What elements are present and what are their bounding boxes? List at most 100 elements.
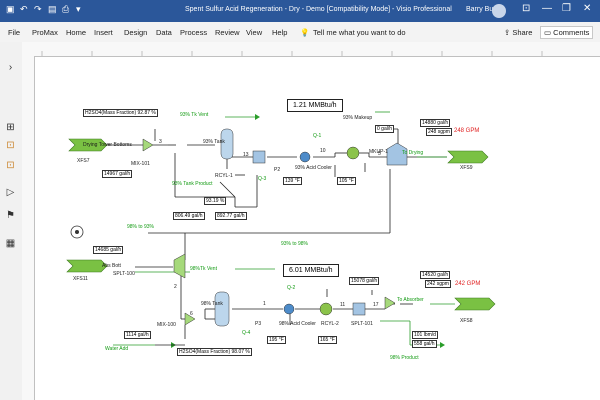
open-icon[interactable]: ▤ bbox=[48, 4, 57, 15]
p2-label: P2 bbox=[274, 167, 281, 173]
abs-bott-label: Abs Bott bbox=[102, 263, 121, 269]
stream-6-label: 6 bbox=[190, 311, 193, 317]
save-icon[interactable]: ▣ bbox=[6, 4, 15, 15]
energy-box-top[interactable]: 1.21 MMBtu/h bbox=[287, 99, 343, 112]
ribbon-options-icon[interactable]: ⊡ bbox=[522, 3, 530, 14]
gph-bot-box[interactable]: 14520 gal/h bbox=[420, 271, 451, 279]
gpm-top-box[interactable]: 248 sgpm bbox=[426, 128, 452, 136]
grid-icon[interactable]: ▦ bbox=[5, 238, 16, 249]
stream-icon[interactable]: ▷ bbox=[5, 187, 16, 198]
stream-5-label: 5 bbox=[378, 151, 381, 157]
red-top-label: 248 GPM bbox=[454, 128, 480, 134]
stream-17-label: 17 bbox=[373, 302, 379, 308]
tab-home[interactable]: Home bbox=[66, 28, 86, 37]
flow-558-box[interactable]: 558 gal/h bbox=[412, 340, 437, 348]
q4-label: Q-4 bbox=[242, 330, 251, 336]
stream-3-label: 3 bbox=[159, 139, 162, 145]
zero-galh-box[interactable]: 0 gal/h bbox=[375, 125, 395, 133]
acid-cooler-label: 93% Acid Cooler bbox=[295, 165, 332, 171]
minimize-button[interactable]: — bbox=[542, 3, 552, 14]
temp-165-box[interactable]: 165 °F bbox=[318, 336, 337, 344]
tab-insert[interactable]: Insert bbox=[94, 28, 113, 37]
tab-promax[interactable]: ProMax bbox=[32, 28, 58, 37]
pct-box[interactable]: 93.19 % bbox=[204, 197, 227, 205]
to-absorber-label: To Absorber bbox=[397, 297, 424, 303]
vertical-ruler[interactable] bbox=[22, 56, 35, 400]
splt100-label: SPLT-100 bbox=[113, 271, 135, 277]
mix101-label: MIX-101 bbox=[131, 161, 150, 167]
tk-vent-label: 93% Tk Vent bbox=[180, 112, 209, 118]
lightbulb-icon: 💡 bbox=[300, 28, 310, 37]
shapes-pane-collapsed: › ⊞ ⊡ ⊡ ▷ ⚑ ▦ bbox=[0, 42, 23, 400]
flow-14685-box[interactable]: 14685 gal/h bbox=[93, 246, 124, 254]
comment-icon: ▭ bbox=[544, 28, 554, 37]
flag-icon[interactable]: ⚑ bbox=[5, 210, 16, 221]
stream-13-label: 13 bbox=[243, 152, 249, 158]
tab-help[interactable]: Help bbox=[272, 28, 287, 37]
xfs7-label: XFS7 bbox=[77, 158, 90, 164]
q2-label: Q-2 bbox=[287, 285, 296, 291]
tab-design[interactable]: Design bbox=[124, 28, 147, 37]
flow-806-box[interactable]: 806.49 gal/h bbox=[173, 212, 205, 220]
avatar[interactable] bbox=[492, 4, 506, 18]
drawing-canvas[interactable]: 1.21 MMBtu/h 6.01 MMBtu/h H2SO4(Mass Fra… bbox=[35, 57, 600, 400]
rcyl2-label: RCYL-2 bbox=[321, 321, 339, 327]
p3-label: P3 bbox=[255, 321, 262, 327]
gph-top-box[interactable]: 14880 gal/h bbox=[420, 119, 451, 127]
customize-icon[interactable]: ▾ bbox=[76, 4, 81, 15]
rcyl1-label: RCYL-1 bbox=[215, 173, 233, 179]
stream-10-label: 10 bbox=[320, 148, 326, 154]
redo-icon[interactable]: ↷ bbox=[34, 4, 42, 15]
gpm-bot-box[interactable]: 242 sgpm bbox=[425, 280, 451, 288]
tab-file[interactable]: File bbox=[8, 28, 20, 37]
splt101-label: SPLT-101 bbox=[351, 321, 373, 327]
tab-process[interactable]: Process bbox=[180, 28, 207, 37]
xfs11-label: XFS11 bbox=[73, 276, 88, 282]
red-bot-label: 242 GPM bbox=[455, 281, 481, 287]
pages-icon[interactable]: ⊞ bbox=[5, 122, 16, 133]
tab-review[interactable]: Review bbox=[215, 28, 240, 37]
ribbon: File ProMax Home Insert Design Data Proc… bbox=[0, 22, 600, 43]
q3-label: Q-3 bbox=[258, 176, 267, 182]
tank93-label: 93% Tank bbox=[203, 139, 225, 145]
flow-15078-box[interactable]: 15078 gal/h bbox=[349, 277, 380, 285]
comments-label: Comments bbox=[553, 28, 590, 37]
horizontal-ruler[interactable] bbox=[22, 42, 600, 57]
tab-data[interactable]: Data bbox=[156, 28, 172, 37]
temp-105-box[interactable]: 105 °F bbox=[337, 177, 356, 185]
flow-14967-box[interactable]: 14967 gal/h bbox=[102, 170, 133, 178]
h2so4-box-top[interactable]: H2SO4(Mass Fraction) 92.87 % bbox=[83, 109, 158, 117]
makeup-label: 93% Makeup bbox=[343, 115, 373, 121]
undo-icon[interactable]: ↶ bbox=[20, 4, 28, 15]
tk-vent98-label: 98%Tk Vent bbox=[190, 266, 217, 272]
temp-139-box[interactable]: 139 °F bbox=[283, 177, 302, 185]
to-drying-label: To Drying bbox=[402, 150, 424, 156]
temp-195-box[interactable]: 195 °F bbox=[267, 336, 286, 344]
tab-view[interactable]: View bbox=[246, 28, 262, 37]
window-title: Spent Sulfur Acid Regeneration - Dry - D… bbox=[185, 6, 452, 13]
tell-me-search[interactable]: Tell me what you want to do bbox=[313, 28, 406, 37]
chevron-right-icon[interactable]: › bbox=[5, 62, 16, 73]
title-bar: ▣ ↶ ↷ ▤ ⎙ ▾ Spent Sulfur Acid Regenerati… bbox=[0, 0, 600, 22]
maximize-button[interactable]: ❐ bbox=[562, 3, 571, 14]
flow-892-box[interactable]: 892.77 gal/h bbox=[215, 212, 247, 220]
water-add-label: Water Add bbox=[105, 346, 129, 352]
water-flow-box[interactable]: 1114 gal/h bbox=[124, 331, 151, 339]
close-button[interactable]: ✕ bbox=[583, 3, 591, 14]
share-button[interactable]: ⇪ Share bbox=[500, 26, 536, 39]
tank98-label: 98% Tank bbox=[201, 301, 223, 307]
stream-11-label: 11 bbox=[340, 302, 346, 308]
shapes-icon[interactable]: ⊡ bbox=[5, 140, 16, 151]
shapes2-icon[interactable]: ⊡ bbox=[5, 160, 16, 171]
share-label: Share bbox=[512, 28, 533, 37]
lbm-box[interactable]: 101 lbm/d bbox=[412, 331, 438, 339]
h2so4-box-bottom[interactable]: H2SO4(Mass Fraction) 98.07 % bbox=[177, 348, 252, 356]
energy-box-bottom[interactable]: 6.01 MMBtu/h bbox=[283, 264, 339, 277]
stream-1-label: 1 bbox=[263, 301, 266, 307]
stream-2-label: 2 bbox=[174, 284, 177, 290]
comments-button[interactable]: ▭ Comments bbox=[540, 26, 594, 39]
acid-cooler98-label: 98% Acid Cooler bbox=[279, 321, 316, 327]
xfs9-label: XFS9 bbox=[460, 165, 473, 171]
drying-tower-label: Drying Tower Bottoms bbox=[83, 142, 132, 148]
print-icon[interactable]: ⎙ bbox=[62, 4, 69, 15]
